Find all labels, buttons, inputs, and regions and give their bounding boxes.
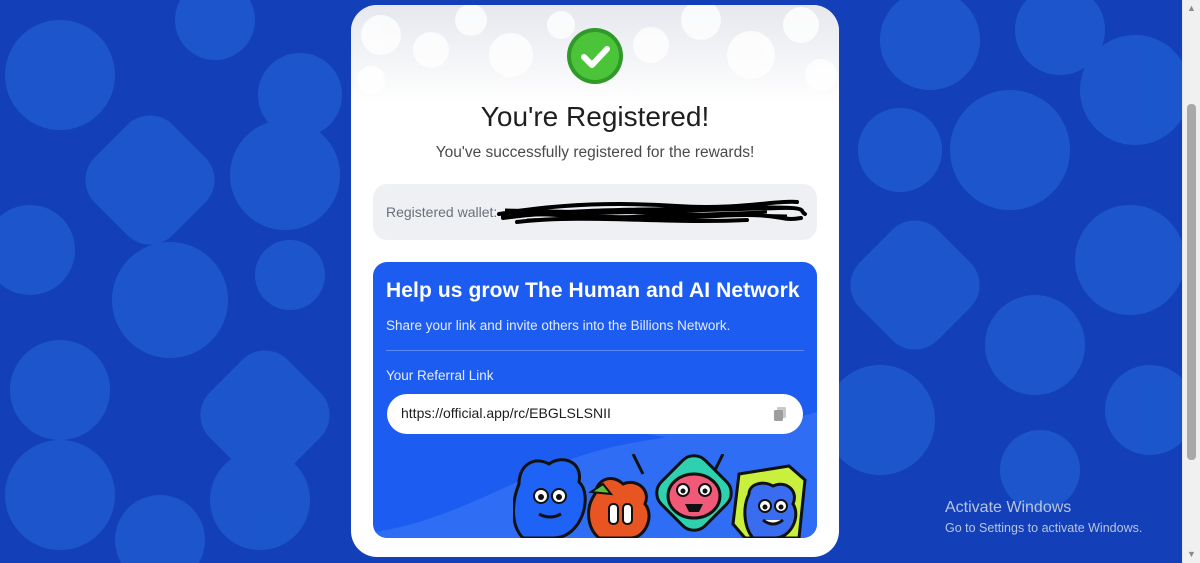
redacted-wallet-address bbox=[497, 199, 807, 224]
watermark-title: Activate Windows bbox=[945, 499, 1072, 516]
referral-link-label: Your Referral Link bbox=[386, 368, 494, 383]
copy-icon[interactable] bbox=[773, 406, 787, 422]
check-circle-icon bbox=[567, 28, 623, 84]
referral-promo-panel: Help us grow The Human and AI Network Sh… bbox=[373, 262, 817, 538]
page-scrollbar[interactable]: ▲ ▼ bbox=[1182, 0, 1200, 563]
referral-link-field[interactable]: https://official.app/rc/EBGLSLSNII bbox=[387, 394, 803, 434]
promo-description: Share your link and invite others into t… bbox=[386, 318, 731, 333]
promo-divider bbox=[386, 350, 804, 351]
scroll-down-icon[interactable]: ▼ bbox=[1183, 546, 1200, 563]
watermark-subtitle: Go to Settings to activate Windows. bbox=[945, 521, 1143, 535]
scroll-up-icon[interactable]: ▲ bbox=[1183, 0, 1200, 17]
registered-wallet-box: Registered wallet: bbox=[373, 184, 817, 240]
promo-heading: Help us grow The Human and AI Network bbox=[386, 279, 800, 302]
mascot-characters-illustration bbox=[513, 454, 807, 538]
page-title: You're Registered! bbox=[480, 101, 710, 132]
page-subtitle: You've successfully registered for the r… bbox=[435, 144, 755, 161]
registration-card: You're Registered! You've successfully r… bbox=[351, 5, 839, 557]
referral-link-value[interactable]: https://official.app/rc/EBGLSLSNII bbox=[401, 405, 611, 421]
windows-activation-watermark: Activate Windows Go to Settings to activ… bbox=[945, 499, 1142, 535]
wallet-label: Registered wallet: bbox=[386, 204, 498, 220]
scrollbar-thumb[interactable] bbox=[1187, 104, 1196, 460]
